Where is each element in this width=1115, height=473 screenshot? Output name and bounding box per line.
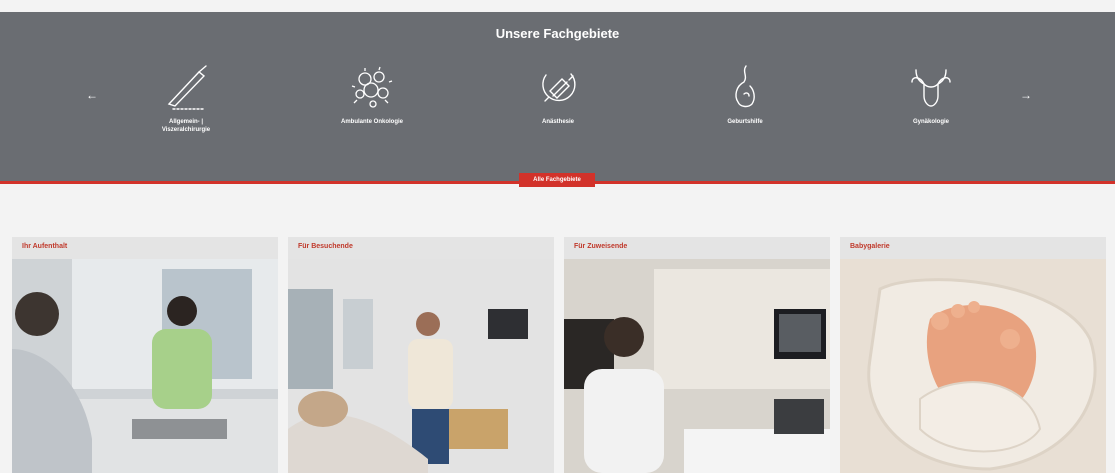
specialty-item-obstetrics[interactable]: Geburtshilfe <box>680 62 810 126</box>
specialties-title: Unsere Fachgebiete <box>495 26 620 41</box>
card-visitors[interactable]: Für Besuchende <box>288 237 554 473</box>
syringe-icon <box>542 73 576 102</box>
specialty-item-gynecology[interactable]: Gynäkologie <box>866 62 996 126</box>
card-photo-baby-gallery <box>840 259 1106 473</box>
specialty-label: Gynäkologie <box>912 119 949 125</box>
specialty-item-visceral-surgery[interactable]: Allgemein- | Viszeralchirurgie <box>121 62 251 134</box>
card-title: Ihr Aufenthalt <box>22 243 68 250</box>
card-referrers[interactable]: Für Zuweisende <box>564 237 830 473</box>
all-specialties-button[interactable]: Alle Fachgebiete <box>519 173 595 187</box>
specialty-label: Allgemein- | Viszeralchirurgie <box>161 119 211 133</box>
specialty-item-anesthesia[interactable]: Anästhesie <box>493 62 623 126</box>
card-photo-stay <box>12 259 278 473</box>
cells-icon <box>351 66 393 108</box>
card-photo-referrers <box>564 259 830 473</box>
card-baby-gallery[interactable]: Babygalerie <box>840 237 1106 473</box>
specialty-label: Anästhesie <box>541 119 574 125</box>
scalpel-icon <box>167 65 207 110</box>
specialty-label: Geburtshilfe <box>727 119 763 125</box>
specialty-item-oncology[interactable]: Ambulante Onkologie <box>307 62 437 126</box>
specialty-label: Ambulante Onkologie <box>340 119 403 125</box>
card-title: Für Besuchende <box>298 243 353 250</box>
card-photo-visitors <box>288 259 554 473</box>
carousel-next-arrow-icon[interactable]: → <box>1016 85 1036 105</box>
card-stay[interactable]: Ihr Aufenthalt <box>12 237 278 473</box>
carousel-prev-arrow-icon[interactable]: ← <box>82 85 102 105</box>
card-title: Für Zuweisende <box>574 243 628 250</box>
card-title: Babygalerie <box>850 243 890 250</box>
pregnancy-icon <box>735 65 755 108</box>
uterus-icon <box>911 69 951 107</box>
